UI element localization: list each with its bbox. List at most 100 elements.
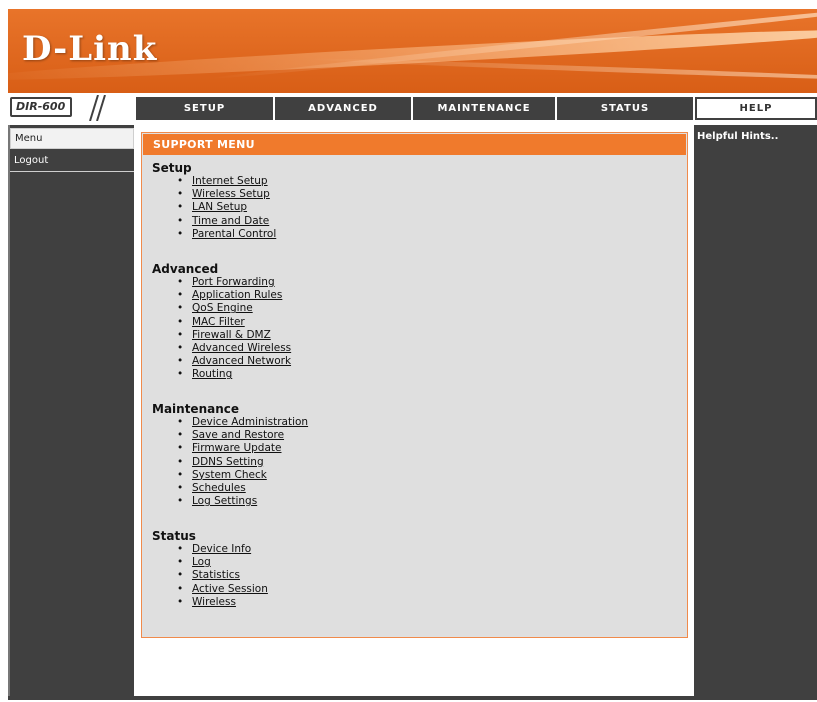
link-time-and-date[interactable]: Time and Date: [192, 215, 269, 227]
link-parental-control[interactable]: Parental Control: [192, 228, 276, 240]
section-heading: Advanced: [152, 262, 219, 276]
sidebar-item-menu[interactable]: Menu: [10, 128, 134, 149]
bullet-icon: •: [177, 175, 184, 187]
link-firewall-dmz[interactable]: Firewall & DMZ: [192, 329, 271, 341]
list-item: • Log: [152, 556, 268, 569]
main-content: SUPPORT MENU Setup • Internet Setup • Wire…: [136, 125, 693, 696]
support-menu-panel: SUPPORT MENU Setup • Internet Setup • Wire…: [141, 132, 688, 638]
list-item: • Advanced Network: [152, 355, 291, 368]
tab-help[interactable]: HELP: [695, 97, 817, 120]
list-item: • Port Forwarding: [152, 276, 291, 289]
tab-advanced[interactable]: ADVANCED: [275, 97, 411, 120]
list-item: • Log Settings: [152, 495, 308, 508]
bullet-icon: •: [177, 188, 184, 201]
tab-maintenance[interactable]: MAINTENANCE: [413, 97, 555, 120]
link-qos-engine[interactable]: QoS Engine: [192, 302, 253, 314]
link-advanced-wireless[interactable]: Advanced Wireless: [192, 342, 291, 354]
list-item: • Device Administration: [152, 416, 308, 429]
bullet-icon: •: [177, 315, 184, 328]
nav-bar: DIR-600 SETUP ADVANCED MAINTENANCE STATU…: [8, 95, 817, 123]
list-item: • MAC Filter: [152, 316, 291, 329]
tab-status[interactable]: STATUS: [557, 97, 693, 120]
section-setup: Setup • Internet Setup • Wireless Setup • L…: [152, 161, 276, 241]
link-advanced-network[interactable]: Advanced Network: [192, 355, 291, 367]
bullet-icon: •: [177, 214, 184, 227]
list-item: • QoS Engine: [152, 302, 291, 315]
link-device-administration[interactable]: Device Administration: [192, 416, 308, 428]
bullet-icon: •: [177, 276, 184, 288]
bullet-icon: •: [177, 342, 184, 355]
list-item: • Internet Setup: [152, 175, 276, 188]
link-list: • Port Forwarding • Application Rules • QoS…: [152, 276, 291, 382]
section-maintenance: Maintenance • Device Administration • Save…: [152, 402, 308, 508]
bullet-icon: •: [177, 569, 184, 582]
bullet-icon: •: [177, 468, 184, 481]
section-heading: Status: [152, 529, 196, 543]
slashes-icon: [89, 95, 106, 121]
list-item: • Wireless Setup: [152, 188, 276, 201]
bullet-icon: •: [177, 201, 184, 214]
list-item: • Parental Control: [152, 228, 276, 241]
list-item: • Statistics: [152, 569, 268, 582]
list-item: • Application Rules: [152, 289, 291, 302]
list-item: • Routing: [152, 368, 291, 381]
link-list: • Device Info • Log • Statistics • Active Se…: [152, 543, 268, 609]
bullet-icon: •: [177, 227, 184, 240]
list-item: • System Check: [152, 469, 308, 482]
link-system-check[interactable]: System Check: [192, 469, 267, 481]
section-heading: Setup: [152, 161, 192, 175]
list-item: • Advanced Wireless: [152, 342, 291, 355]
link-routing[interactable]: Routing: [192, 368, 232, 380]
list-item: • Schedules: [152, 482, 308, 495]
link-internet-setup[interactable]: Internet Setup: [192, 175, 268, 187]
panel-title: SUPPORT MENU: [143, 134, 686, 155]
link-statistics[interactable]: Statistics: [192, 569, 240, 581]
list-item: • LAN Setup: [152, 201, 276, 214]
link-active-session[interactable]: Active Session: [192, 583, 268, 595]
link-wireless-setup[interactable]: Wireless Setup: [192, 188, 270, 200]
bullet-icon: •: [177, 328, 184, 341]
tab-setup[interactable]: SETUP: [136, 97, 273, 120]
link-port-forwarding[interactable]: Port Forwarding: [192, 276, 275, 288]
bullet-icon: •: [177, 416, 184, 428]
list-item: • Firmware Update: [152, 442, 308, 455]
link-ddns-setting[interactable]: DDNS Setting: [192, 456, 264, 468]
bullet-icon: •: [177, 582, 184, 595]
bullet-icon: •: [177, 429, 184, 442]
link-log-settings[interactable]: Log Settings: [192, 495, 257, 507]
bullet-icon: •: [177, 455, 184, 468]
header-banner: D-Link: [8, 9, 817, 93]
link-mac-filter[interactable]: MAC Filter: [192, 316, 245, 328]
sidebar-item-logout[interactable]: Logout: [10, 152, 134, 172]
list-item: • DDNS Setting: [152, 456, 308, 469]
helpful-hints-title: Helpful Hints..: [697, 131, 779, 142]
bullet-icon: •: [177, 543, 184, 555]
link-device-info[interactable]: Device Info: [192, 543, 251, 555]
link-list: • Internet Setup • Wireless Setup • LAN Set…: [152, 175, 276, 241]
bullet-icon: •: [177, 595, 184, 608]
link-save-and-restore[interactable]: Save and Restore: [192, 429, 284, 441]
link-schedules[interactable]: Schedules: [192, 482, 246, 494]
link-wireless[interactable]: Wireless: [192, 596, 236, 608]
link-firmware-update[interactable]: Firmware Update: [192, 442, 282, 454]
list-item: • Wireless: [152, 596, 268, 609]
bullet-icon: •: [177, 556, 184, 569]
bullet-icon: •: [177, 495, 184, 508]
list-item: • Time and Date: [152, 215, 276, 228]
brand-logo: D-Link: [22, 29, 158, 69]
section-heading: Maintenance: [152, 402, 240, 416]
list-item: • Active Session: [152, 583, 268, 596]
bottom-bar: [8, 696, 817, 700]
model-badge: DIR-600: [10, 97, 72, 117]
link-lan-setup[interactable]: LAN Setup: [192, 201, 247, 213]
section-status: Status • Device Info • Log • Statistics • Ac…: [152, 529, 268, 609]
bullet-icon: •: [177, 482, 184, 495]
list-item: • Firewall & DMZ: [152, 329, 291, 342]
bullet-icon: •: [177, 302, 184, 315]
bullet-icon: •: [177, 289, 184, 302]
help-column: Helpful Hints..: [694, 125, 817, 696]
link-application-rules[interactable]: Application Rules: [192, 289, 282, 301]
bullet-icon: •: [177, 368, 184, 381]
bullet-icon: •: [177, 442, 184, 455]
link-log[interactable]: Log: [192, 556, 211, 568]
